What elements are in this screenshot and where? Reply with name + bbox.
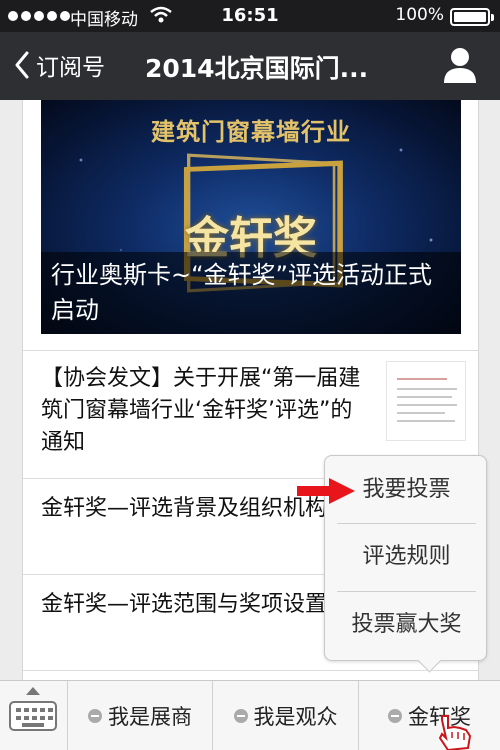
tab-award[interactable]: 金轩奖 xyxy=(359,681,500,750)
menu-divider xyxy=(337,591,476,592)
red-arrow-icon xyxy=(297,478,355,504)
back-button[interactable]: 订阅号 xyxy=(14,48,105,82)
cover-article[interactable]: 建筑门窗幕墙行业 金轩奖 行业奥斯卡~“金轩奖”评选活动正式启动 xyxy=(41,100,461,334)
tab-visitor[interactable]: 我是观众 xyxy=(213,681,359,750)
list-item-title: 【协会发文】关于开展“第一届建筑门窗幕墙行业‘金轩奖’评选”的通知 xyxy=(41,366,361,455)
menu-dot-icon xyxy=(88,709,102,723)
menu-item-rules[interactable]: 评选规则 xyxy=(335,527,478,587)
profile-icon[interactable] xyxy=(442,46,478,84)
battery-icon xyxy=(450,8,494,26)
keyboard-toggle-button[interactable] xyxy=(0,681,68,750)
cover-caption: 行业奥斯卡~“金轩奖”评选活动正式启动 xyxy=(41,252,461,334)
chevron-left-icon xyxy=(15,51,29,79)
battery-percent: 100% xyxy=(395,5,444,25)
menu-dot-icon xyxy=(388,709,402,723)
phone-screen: 中国移动 16:51 100% 订阅号 2014北京国际门... 建筑门窗幕墙行… xyxy=(0,0,500,750)
page-title: 2014北京国际门... xyxy=(145,54,369,83)
back-label: 订阅号 xyxy=(36,55,105,81)
list-item[interactable] xyxy=(23,670,478,680)
navigation-bar: 订阅号 2014北京国际门... xyxy=(0,32,500,100)
menu-divider xyxy=(337,523,476,524)
bottom-menu-bar: 我是展商 我是观众 金轩奖 xyxy=(0,680,500,750)
keyboard-icon xyxy=(9,701,57,731)
pointing-hand-icon xyxy=(438,715,472,750)
status-bar: 中国移动 16:51 100% xyxy=(0,0,500,32)
list-item-title: 金轩奖—评选范围与奖项设置 xyxy=(41,592,328,617)
menu-dot-icon xyxy=(233,709,248,723)
menu-item-vote-win[interactable]: 投票赢大奖 xyxy=(335,595,478,655)
tab-label: 我是观众 xyxy=(253,705,338,729)
cover-logo-text: 建筑门窗幕墙行业 xyxy=(151,118,351,146)
arrow-up-icon xyxy=(26,687,40,695)
tab-label: 我是展商 xyxy=(108,705,192,729)
tab-exhibitor[interactable]: 我是展商 xyxy=(68,681,213,750)
document-thumbnail xyxy=(386,361,466,441)
